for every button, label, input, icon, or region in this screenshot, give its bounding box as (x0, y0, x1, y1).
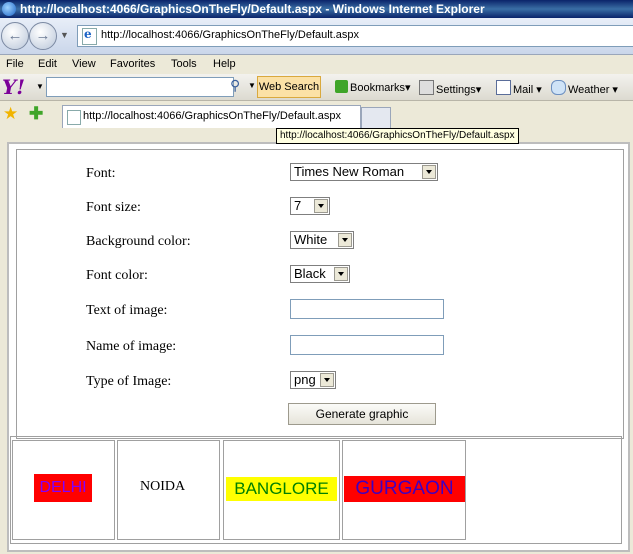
tab-current[interactable]: http://localhost:4066/GraphicsOnTheFly/D… (62, 105, 361, 128)
recent-pages-dropdown-icon[interactable]: ▼ (60, 30, 69, 40)
window-title: http://localhost:4066/GraphicsOnTheFly/D… (20, 2, 485, 16)
tab-tooltip: http://localhost:4066/GraphicsOnTheFly/D… (276, 128, 519, 144)
type-of-image-label: Type of Image: (86, 374, 172, 389)
menu-favorites[interactable]: Favorites (110, 58, 155, 70)
font-color-select[interactable]: Black (290, 265, 350, 283)
forward-button[interactable]: → (29, 22, 57, 50)
bookmarks-button[interactable]: Bookmarks▾ (335, 80, 411, 94)
chevron-down-icon[interactable] (334, 267, 348, 281)
image-cell: BANGLORE (223, 440, 340, 540)
generated-image-gurgaon: GURGAON (344, 476, 465, 502)
menu-tools[interactable]: Tools (171, 58, 197, 70)
mail-button[interactable]: Mail ▾ (496, 80, 542, 96)
yahoo-logo-icon[interactable]: Y! (2, 75, 25, 99)
settings-label: Settings (436, 84, 476, 96)
search-icon[interactable]: ⚲ (230, 77, 244, 93)
name-of-image-input[interactable] (290, 335, 444, 355)
font-color-label: Font color: (86, 268, 148, 283)
mail-icon (496, 80, 511, 95)
font-select-value: Times New Roman (294, 164, 405, 179)
text-of-image-input[interactable] (290, 299, 444, 319)
menu-view[interactable]: View (72, 58, 96, 70)
image-cell: GURGAON (342, 440, 466, 540)
font-size-select-value: 7 (294, 198, 302, 213)
text-of-image-label: Text of image: (86, 303, 168, 318)
type-of-image-select[interactable]: png (290, 371, 336, 389)
settings-button[interactable]: Settings▾ (419, 80, 481, 96)
page-icon (67, 110, 81, 125)
favorites-star-icon[interactable]: ★ (3, 104, 18, 124)
font-label: Font: (86, 166, 116, 181)
graphics-form: Font: Times New Roman Font size: 7 Backg… (16, 149, 624, 439)
navigation-bar: ← → ▼ http://localhost:4066/GraphicsOnTh… (0, 18, 633, 55)
new-tab-button[interactable] (361, 107, 391, 129)
address-url[interactable]: http://localhost:4066/GraphicsOnTheFly/D… (101, 29, 359, 41)
page-icon (82, 27, 97, 45)
chevron-down-icon[interactable] (338, 233, 352, 247)
mail-label: Mail (513, 84, 534, 96)
menu-help[interactable]: Help (213, 58, 236, 70)
search-dropdown-icon[interactable]: ▼ (248, 81, 256, 90)
chevron-down-icon[interactable] (314, 199, 328, 213)
favorites-bar: ★ ✚ http://localhost:4066/GraphicsOnTheF… (0, 101, 633, 129)
bookmarks-label: Bookmarks (350, 82, 406, 94)
type-of-image-select-value: png (294, 372, 316, 387)
font-size-label: Font size: (86, 200, 141, 215)
background-color-select-value: White (294, 232, 328, 247)
image-cell: DELHI (12, 440, 115, 540)
bookmark-icon (335, 80, 348, 93)
title-bar: http://localhost:4066/GraphicsOnTheFly/D… (0, 0, 633, 18)
name-of-image-label: Name of image: (86, 339, 177, 354)
menu-bar: File Edit View Favorites Tools Help (0, 56, 633, 74)
font-select[interactable]: Times New Roman (290, 163, 438, 181)
weather-label: Weather (568, 84, 610, 96)
address-bar[interactable]: http://localhost:4066/GraphicsOnTheFly/D… (77, 25, 633, 47)
yahoo-search-input[interactable] (46, 77, 234, 97)
font-color-select-value: Black (294, 266, 326, 281)
menu-edit[interactable]: Edit (38, 58, 57, 70)
yahoo-menu-dropdown-icon[interactable]: ▼ (36, 82, 44, 91)
font-size-select[interactable]: 7 (290, 197, 330, 215)
background-color-label: Background color: (86, 234, 191, 249)
generated-images-row: DELHI NOIDA BANGLORE GURGAON (10, 436, 622, 544)
weather-cloud-icon (551, 80, 566, 95)
chevron-down-icon[interactable] (422, 165, 436, 179)
back-button[interactable]: ← (1, 22, 29, 50)
chevron-down-icon[interactable] (320, 373, 334, 387)
yahoo-toolbar: Y! ▼ ⚲ ▼ Web Search Bookmarks▾ Settings▾… (0, 74, 633, 101)
tab-label: http://localhost:4066/GraphicsOnTheFly/D… (83, 110, 342, 122)
settings-icon (419, 80, 434, 95)
generated-image-banglore: BANGLORE (226, 477, 337, 501)
generated-image-noida: NOIDA (140, 479, 186, 494)
add-favorite-icon[interactable]: ✚ (29, 104, 43, 124)
image-cell: NOIDA (117, 440, 220, 540)
generated-image-delhi: DELHI (34, 474, 92, 502)
generate-graphic-button[interactable]: Generate graphic (288, 403, 436, 425)
ie-icon (2, 2, 16, 16)
menu-file[interactable]: File (6, 58, 24, 70)
web-search-button[interactable]: Web Search (257, 76, 321, 98)
page-content: Font: Times New Roman Font size: 7 Backg… (7, 142, 630, 552)
background-color-select[interactable]: White (290, 231, 354, 249)
weather-button[interactable]: Weather ▾ (551, 80, 618, 96)
